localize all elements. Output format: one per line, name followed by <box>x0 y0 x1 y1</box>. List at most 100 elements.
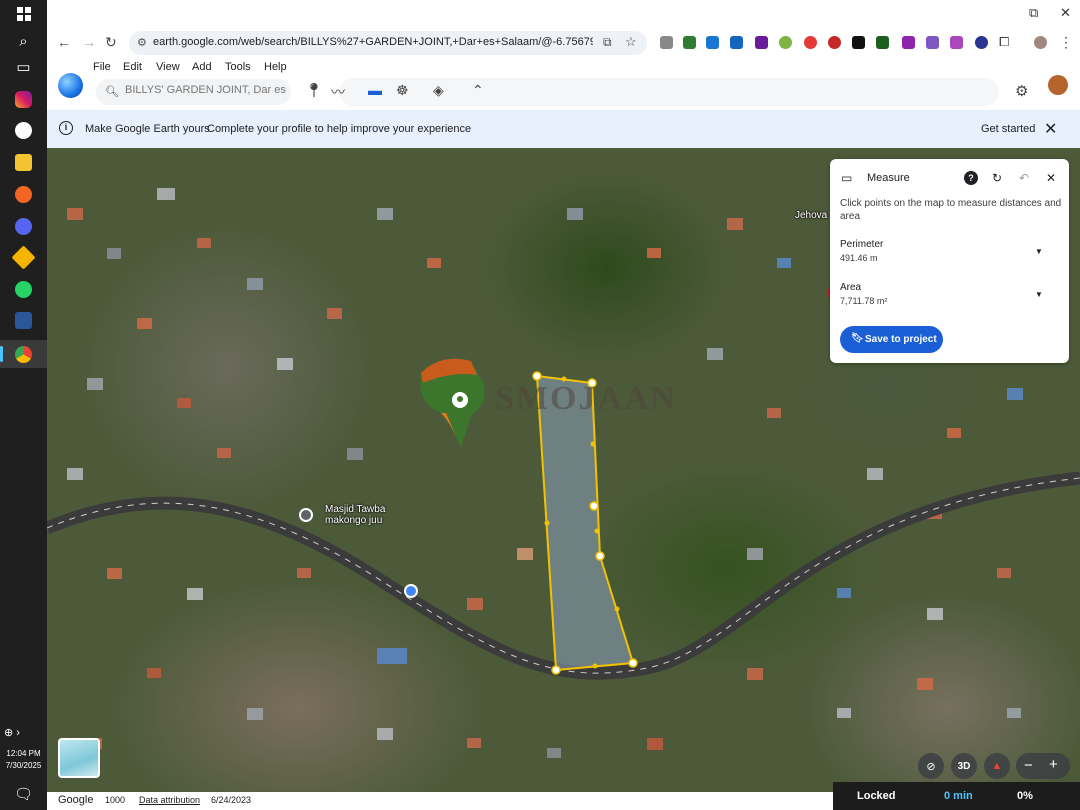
measured-area-polygon <box>535 374 635 672</box>
map-footer: Google 1000 Data attribution 6/24/2023 <box>47 792 833 810</box>
scale-label: 1000 <box>105 795 126 805</box>
menu-help[interactable]: Help <box>264 61 287 73</box>
site-info-icon[interactable]: ⚙ <box>137 36 147 49</box>
perimeter-label: Perimeter <box>840 239 884 250</box>
africa-logo-watermark <box>420 358 485 448</box>
search-icon[interactable]: ⌕ <box>11 30 36 52</box>
task-view-icon[interactable]: ▭ <box>11 56 36 78</box>
place-label-jehova[interactable]: Jehova <box>795 210 827 221</box>
close-icon[interactable]: ✕ <box>1044 119 1057 139</box>
collapse-icon[interactable]: ⌃ <box>472 82 484 99</box>
perimeter-value: 491.46 m <box>840 253 878 263</box>
toggle-3d-button[interactable]: 3D <box>951 753 977 779</box>
perimeter-unit-dropdown-icon[interactable]: ▼ <box>1035 247 1043 256</box>
extension-icon[interactable] <box>804 36 817 49</box>
system-tray[interactable]: ⊕ › <box>4 726 20 739</box>
word-icon[interactable] <box>11 309 36 331</box>
address-bar[interactable]: ⚙ earth.google.com/web/search/BILLYS%27+… <box>129 31 647 55</box>
menu-edit[interactable]: Edit <box>123 61 142 73</box>
help-icon[interactable]: ? <box>964 171 978 185</box>
area-value: 7,711.78 m² <box>840 296 888 306</box>
hide-icon[interactable]: ⊘ <box>918 753 944 779</box>
extension-icon[interactable] <box>706 36 719 49</box>
refresh-icon[interactable]: ↻ <box>992 171 1002 185</box>
chrome-menu-icon[interactable]: ⋮ <box>1059 34 1073 51</box>
undo-icon[interactable]: ↶ <box>1019 171 1029 185</box>
measure-description: Click points on the map to measure dista… <box>840 198 1062 222</box>
file-explorer-icon[interactable] <box>11 151 36 173</box>
time-indicator: 0 min <box>944 790 973 802</box>
bookmark-star-icon[interactable]: ☆ <box>625 34 637 50</box>
address-url: earth.google.com/web/search/BILLYS%27+GA… <box>153 36 593 48</box>
back-icon[interactable]: ← <box>57 34 71 50</box>
camera-app-icon[interactable] <box>11 119 36 141</box>
close-window-icon[interactable]: ✕ <box>1060 5 1071 21</box>
place-pin-icon[interactable]: 📍︎ <box>305 82 323 99</box>
earth-app-bar: File Edit View Add Tools Help 🔍︎ 📍︎ 〰 ▬ … <box>47 58 1080 110</box>
app-diamond-icon[interactable] <box>11 244 36 270</box>
search-box[interactable]: 🔍︎ <box>96 79 291 105</box>
poi-label-masjid[interactable]: Masjid Tawba makongo juu <box>325 504 405 526</box>
extension-icon[interactable] <box>926 36 939 49</box>
zoom-out-icon[interactable]: − <box>1024 757 1033 774</box>
menu-file[interactable]: File <box>93 61 111 73</box>
data-attribution-link[interactable]: Data attribution <box>139 795 200 805</box>
extension-icon[interactable] <box>660 36 673 49</box>
compass-icon[interactable]: ▲ <box>984 753 1010 779</box>
area-unit-dropdown-icon[interactable]: ▼ <box>1035 290 1043 299</box>
measure-title: Measure <box>867 172 910 184</box>
menu-tools[interactable]: Tools <box>225 61 251 73</box>
get-started-button[interactable]: Get started <box>981 123 1035 135</box>
extension-icon[interactable] <box>730 36 743 49</box>
browser-titlebar: ⧉ ✕ <box>47 0 1080 28</box>
watermark-text: SMOJAAN <box>495 380 678 417</box>
extension-icon[interactable] <box>755 36 768 49</box>
reload-icon[interactable]: ↻ <box>105 34 117 51</box>
user-avatar[interactable] <box>1048 75 1068 95</box>
search-icon: 🔍︎ <box>105 86 119 98</box>
extension-icon[interactable] <box>683 36 696 49</box>
settings-gear-icon[interactable]: ⚙ <box>1015 82 1028 100</box>
map-style-thumbnail[interactable] <box>58 738 100 778</box>
extensions-puzzle-icon[interactable]: ⧠ <box>999 34 1009 50</box>
voyager-icon[interactable]: ☸ <box>396 82 409 99</box>
extension-icon[interactable] <box>828 36 841 49</box>
extension-icon[interactable] <box>876 36 889 49</box>
windows-start-icon[interactable] <box>11 3 36 25</box>
discord-icon[interactable] <box>11 215 36 237</box>
google-earth-logo[interactable] <box>58 73 83 98</box>
taskbar-clock[interactable]: 12:04 PM 7/30/2025 <box>0 748 47 772</box>
restore-icon[interactable]: ⧉ <box>1029 5 1038 21</box>
imagery-date: 6/24/2023 <box>211 795 252 805</box>
profile-avatar-icon[interactable] <box>1034 36 1047 49</box>
zoom-in-icon[interactable]: + <box>1049 756 1058 773</box>
path-icon[interactable]: 〰 <box>331 82 345 102</box>
locked-label: Locked <box>857 790 896 802</box>
location-pin-icon[interactable] <box>404 584 418 598</box>
extension-icon[interactable] <box>975 36 988 49</box>
chrome-icon[interactable] <box>11 343 36 365</box>
menu-view[interactable]: View <box>156 61 180 73</box>
extension-icon[interactable] <box>852 36 865 49</box>
instagram-icon[interactable] <box>11 88 36 110</box>
whatsapp-icon[interactable] <box>11 278 36 300</box>
menu-add[interactable]: Add <box>192 61 212 73</box>
area-label: Area <box>840 282 862 293</box>
notification-icon[interactable]: 🗨 <box>11 783 36 805</box>
install-app-icon[interactable]: ⧉ <box>603 35 612 50</box>
forward-icon[interactable]: → <box>82 34 96 50</box>
zoom-controls: − + <box>1016 753 1070 779</box>
banner-message: Complete your profile to help improve yo… <box>207 123 472 135</box>
mosque-pin-icon[interactable] <box>299 508 313 522</box>
close-icon[interactable]: ✕ <box>1046 171 1056 185</box>
ruler-icon[interactable]: ▬ <box>368 82 382 98</box>
measure-panel: ▭ Measure ? ↻ ↶ ✕ Click points on the ma… <box>830 159 1069 363</box>
extension-icon[interactable] <box>950 36 963 49</box>
app-orange-icon[interactable] <box>11 183 36 205</box>
save-to-project-button[interactable]: 🔖︎ Save to project <box>840 326 943 353</box>
bookmark-icon: 🔖︎ <box>851 333 864 344</box>
extension-icon[interactable] <box>902 36 915 49</box>
search-input[interactable] <box>125 84 289 96</box>
layers-icon[interactable]: ◈ <box>433 82 444 99</box>
extension-icon[interactable] <box>779 36 792 49</box>
